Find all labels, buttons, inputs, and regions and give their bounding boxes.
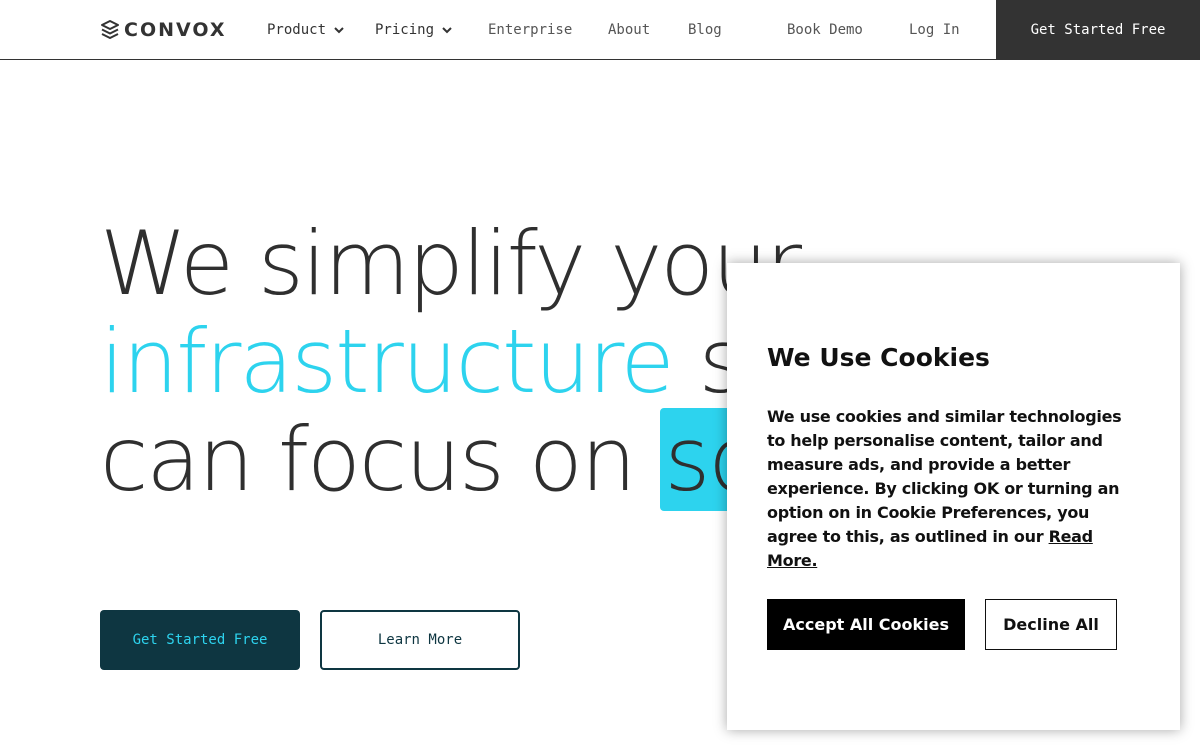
cookie-body-text: We use cookies and similar technologies … xyxy=(767,407,1122,546)
site-header: CONVOX Product Pricing Enterprise About … xyxy=(0,0,1200,60)
header-get-started-button[interactable]: Get Started Free xyxy=(996,0,1200,59)
hero-line-3-text: can focus on xyxy=(100,408,661,511)
nav-product[interactable]: Product xyxy=(267,20,344,40)
decline-all-button[interactable]: Decline All xyxy=(985,599,1117,650)
accept-all-cookies-button[interactable]: Accept All Cookies xyxy=(767,599,965,650)
chevron-down-icon xyxy=(442,26,452,33)
nav-log-in[interactable]: Log In xyxy=(909,20,960,40)
hero-line-3: can focus on so xyxy=(100,408,800,511)
hero-line-1: We simplify your xyxy=(100,212,802,315)
nav-book-demo[interactable]: Book Demo xyxy=(787,20,863,40)
hero-headline: We simplify your infrastructure so can f… xyxy=(100,212,802,511)
hero-accent-word: infrastructure xyxy=(100,310,675,413)
cookie-body: We use cookies and similar technologies … xyxy=(767,405,1142,573)
get-started-button[interactable]: Get Started Free xyxy=(100,610,300,670)
logo[interactable]: CONVOX xyxy=(100,18,227,42)
nav-pricing[interactable]: Pricing xyxy=(375,20,452,40)
nav-pricing-label: Pricing xyxy=(375,22,435,38)
cookie-title: We Use Cookies xyxy=(767,343,990,372)
nav-about[interactable]: About xyxy=(608,20,650,40)
chevron-down-icon xyxy=(334,26,344,33)
nav-enterprise[interactable]: Enterprise xyxy=(488,20,572,40)
convox-logo-icon xyxy=(101,20,119,39)
nav-blog[interactable]: Blog xyxy=(688,20,722,40)
cookie-banner: We Use Cookies We use cookies and simila… xyxy=(727,263,1180,730)
hero-line-2: infrastructure so xyxy=(100,313,800,411)
nav-product-label: Product xyxy=(267,22,327,38)
learn-more-button[interactable]: Learn More xyxy=(320,610,520,670)
logo-text: CONVOX xyxy=(124,19,227,41)
